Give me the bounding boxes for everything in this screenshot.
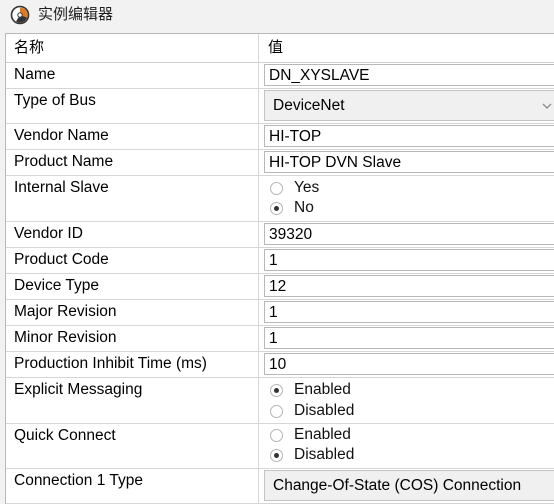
row-label: Name [6,63,259,88]
minor-revision-input[interactable]: 1 [264,327,554,349]
quick-connect-enabled-option[interactable]: Enabled [270,425,351,445]
title-bar: 实例编辑器 [0,0,554,30]
radio-unchecked-icon [270,428,283,442]
row-label: Device Type [6,274,259,299]
quick-connect-disabled-option[interactable]: Disabled [270,445,354,465]
row-vendor-name: Vendor Name HI-TOP [6,124,554,150]
row-label: Product Code [6,248,259,273]
connection-1-type-selected-value: Change-Of-State (COS) Connection [273,476,522,494]
product-code-input[interactable]: 1 [264,249,554,271]
row-label: Internal Slave [6,176,259,221]
row-product-name: Product Name HI-TOP DVN Slave [6,150,554,176]
row-label: Explicit Messaging [6,378,259,423]
product-name-input[interactable]: HI-TOP DVN Slave [264,151,554,173]
row-label: Connection 1 Type [6,469,259,503]
row-internal-slave: Internal Slave Yes No [6,176,554,222]
type-of-bus-selected-value: DeviceNet [273,96,345,114]
row-label: Production Inhibit Time (ms) [6,352,259,377]
radio-checked-icon [270,448,283,462]
chevron-down-icon [542,103,552,109]
vendor-name-input[interactable]: HI-TOP [264,125,554,147]
row-connection-1-type: Connection 1 Type Change-Of-State (COS) … [6,469,554,504]
property-grid: 名称 值 Name DN_XYSLAVE Type of Bus DeviceN… [5,33,554,504]
row-type-of-bus: Type of Bus DeviceNet [6,89,554,124]
type-of-bus-select[interactable]: DeviceNet [264,90,554,121]
column-header-value: 值 [260,34,554,62]
window-title: 实例编辑器 [38,6,114,23]
row-device-type: Device Type 12 [6,274,554,300]
explicit-messaging-disabled-option[interactable]: Disabled [270,401,354,421]
column-header-name: 名称 [6,34,259,62]
row-label: Vendor ID [6,222,259,247]
option-label: Enabled [294,381,351,398]
option-label: Enabled [294,426,351,443]
explicit-messaging-enabled-option[interactable]: Enabled [270,380,351,400]
internal-slave-yes-option[interactable]: Yes [270,178,319,198]
option-label: No [294,199,314,216]
row-label: Major Revision [6,300,259,325]
row-quick-connect: Quick Connect Enabled Disabled [6,424,554,469]
row-name: Name DN_XYSLAVE [6,63,554,89]
row-label: Product Name [6,150,259,175]
row-minor-revision: Minor Revision 1 [6,326,554,352]
major-revision-input[interactable]: 1 [264,301,554,323]
production-inhibit-time-input[interactable]: 10 [264,353,554,375]
radio-unchecked-icon [270,181,283,195]
row-label: Quick Connect [6,424,259,468]
app-logo-icon [10,5,30,25]
row-production-inhibit-time: Production Inhibit Time (ms) 10 [6,352,554,378]
column-header-value-label: 值 [268,39,284,56]
row-major-revision: Major Revision 1 [6,300,554,326]
option-label: Disabled [294,446,355,463]
row-label: Minor Revision [6,326,259,351]
row-vendor-id: Vendor ID 39320 [6,222,554,248]
device-type-input[interactable]: 12 [264,275,554,297]
vendor-id-input[interactable]: 39320 [264,223,554,245]
row-label: Vendor Name [6,124,259,149]
connection-1-type-select[interactable]: Change-Of-State (COS) Connection [264,470,554,501]
table-header: 名称 值 [6,34,554,63]
option-label: Disabled [294,402,355,419]
radio-checked-icon [270,201,283,215]
radio-unchecked-icon [270,404,283,418]
name-input[interactable]: DN_XYSLAVE [264,64,554,86]
radio-checked-icon [270,383,283,397]
internal-slave-no-option[interactable]: No [270,198,314,218]
option-label: Yes [294,179,320,196]
row-explicit-messaging: Explicit Messaging Enabled Disabled [6,378,554,424]
row-label: Type of Bus [6,89,259,123]
row-product-code: Product Code 1 [6,248,554,274]
